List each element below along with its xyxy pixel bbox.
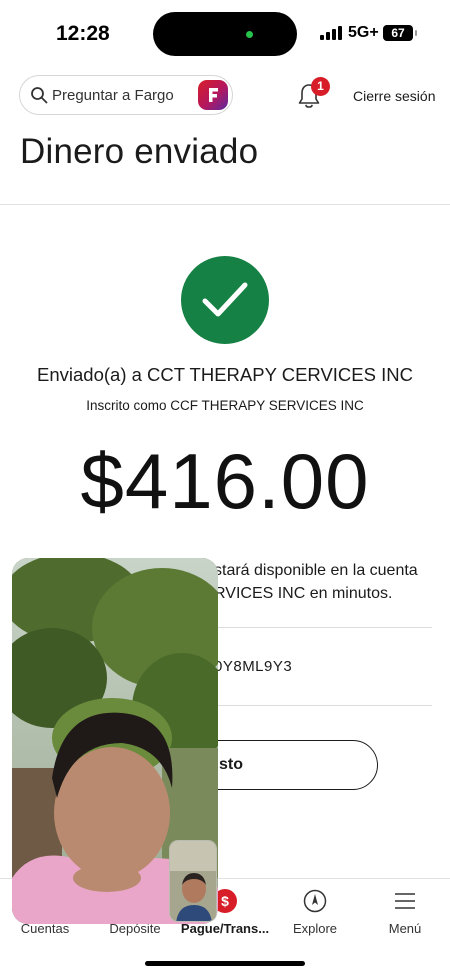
divider xyxy=(214,627,432,628)
status-bar: 12:28 5G+ 67 xyxy=(0,0,450,66)
signal-strength-icon xyxy=(320,26,342,40)
fargo-assistant-icon[interactable] xyxy=(198,80,228,110)
recipient-name: Enviado(a) a CCT THERAPY CERVICES INC xyxy=(37,364,413,385)
search-placeholder: Preguntar a Fargo xyxy=(52,87,174,104)
divider xyxy=(214,705,432,706)
availability-line-2: RVICES INC en minutos. xyxy=(214,585,393,602)
battery-icon: 67 xyxy=(383,25,417,41)
notification-badge: 1 xyxy=(311,77,330,96)
menu-icon xyxy=(395,893,415,909)
confirmation-code: 0Y8ML9Y3 xyxy=(214,658,293,675)
success-check-icon xyxy=(181,256,269,344)
availability-text: stará disponible en la cuenta RVICES INC… xyxy=(214,559,434,605)
compass-icon xyxy=(303,889,327,913)
self-view-image xyxy=(170,841,216,921)
network-type: 5G+ xyxy=(348,24,379,41)
logout-button[interactable]: Cierre sesión xyxy=(353,88,435,104)
availability-line-1: stará disponible en la cuenta xyxy=(214,562,418,579)
dynamic-island xyxy=(153,12,297,56)
nav-label: Explore xyxy=(292,921,338,936)
camera-active-indicator xyxy=(246,31,253,38)
nav-item-explore[interactable]: Explore xyxy=(270,879,360,949)
enrolled-name: Inscrito como CCF THERAPY SERVICES INC xyxy=(86,398,364,413)
self-view-thumbnail[interactable] xyxy=(169,840,217,922)
page-title: Dinero enviado xyxy=(20,132,259,171)
status-time: 12:28 xyxy=(56,22,110,45)
nav-item-menu[interactable]: Menú xyxy=(360,879,450,949)
nav-label: Menú xyxy=(388,921,422,936)
search-input[interactable]: Preguntar a Fargo xyxy=(19,75,233,115)
home-indicator xyxy=(145,961,305,966)
search-icon xyxy=(31,87,48,104)
divider xyxy=(0,204,450,205)
amount-sent: $416.00 xyxy=(80,437,370,525)
action-button-label: sto xyxy=(219,756,243,773)
